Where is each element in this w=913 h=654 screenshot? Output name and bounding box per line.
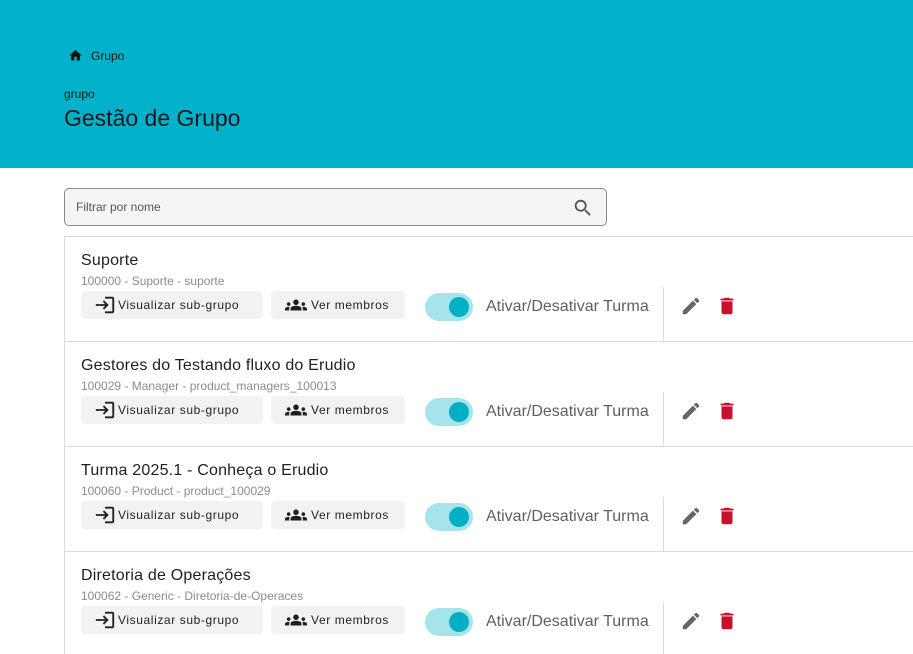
view-members-button[interactable]: Ver membros bbox=[271, 396, 405, 424]
toggle-label: Ativar/Desativar Turma bbox=[486, 508, 649, 525]
group-row: Diretoria de Operações 100062 - Generic … bbox=[65, 552, 913, 654]
group-row: Suporte 100000 - Suporte - suporte Visua… bbox=[65, 237, 913, 342]
login-icon bbox=[95, 611, 115, 629]
view-subgroup-button[interactable]: Visualizar sub-grupo bbox=[81, 396, 263, 424]
group-meta: 100062 - Generic - Diretoria-de-Operaces bbox=[81, 589, 304, 603]
view-subgroup-label: Visualizar sub-grupo bbox=[118, 298, 240, 312]
view-subgroup-button[interactable]: Visualizar sub-grupo bbox=[81, 606, 263, 634]
view-members-label: Ver membros bbox=[311, 403, 389, 417]
view-subgroup-button[interactable]: Visualizar sub-grupo bbox=[81, 291, 263, 319]
delete-icon[interactable] bbox=[716, 400, 738, 422]
login-icon bbox=[95, 401, 115, 419]
view-subgroup-button[interactable]: Visualizar sub-grupo bbox=[81, 501, 263, 529]
edit-icon[interactable] bbox=[680, 610, 702, 632]
edit-icon[interactable] bbox=[680, 295, 702, 317]
view-members-label: Ver membros bbox=[311, 508, 389, 522]
view-subgroup-label: Visualizar sub-grupo bbox=[118, 403, 240, 417]
delete-icon[interactable] bbox=[716, 505, 738, 527]
edit-icon[interactable] bbox=[680, 505, 702, 527]
home-icon[interactable] bbox=[68, 48, 83, 63]
toggle-label: Ativar/Desativar Turma bbox=[486, 298, 649, 315]
view-members-button[interactable]: Ver membros bbox=[271, 501, 405, 529]
view-members-label: Ver membros bbox=[311, 298, 389, 312]
group-icon bbox=[285, 509, 307, 521]
divider bbox=[663, 602, 664, 654]
login-icon bbox=[95, 506, 115, 524]
toggle-label: Ativar/Desativar Turma bbox=[486, 403, 649, 420]
group-icon bbox=[285, 299, 307, 311]
group-name: Gestores do Testando fluxo do Erudio bbox=[81, 357, 356, 374]
divider bbox=[663, 392, 664, 446]
divider bbox=[663, 287, 664, 341]
active-toggle[interactable] bbox=[425, 292, 473, 322]
toggle-thumb bbox=[449, 297, 469, 317]
page-subtitle: grupo bbox=[64, 87, 95, 101]
divider bbox=[663, 497, 664, 551]
group-list: Suporte 100000 - Suporte - suporte Visua… bbox=[64, 236, 913, 654]
group-icon bbox=[285, 404, 307, 416]
view-subgroup-label: Visualizar sub-grupo bbox=[118, 508, 240, 522]
view-members-label: Ver membros bbox=[311, 613, 389, 627]
page-title: Gestão de Grupo bbox=[64, 105, 241, 131]
search-input[interactable] bbox=[65, 189, 555, 225]
edit-icon[interactable] bbox=[680, 400, 702, 422]
group-name: Turma 2025.1 - Conheça o Erudio bbox=[81, 462, 329, 479]
view-members-button[interactable]: Ver membros bbox=[271, 606, 405, 634]
view-subgroup-label: Visualizar sub-grupo bbox=[118, 613, 240, 627]
toggle-thumb bbox=[449, 612, 469, 632]
breadcrumb-item-grupo[interactable]: Grupo bbox=[91, 49, 124, 63]
group-icon bbox=[285, 614, 307, 626]
group-row: Turma 2025.1 - Conheça o Erudio 100060 -… bbox=[65, 447, 913, 552]
group-name: Diretoria de Operações bbox=[81, 567, 251, 584]
view-members-button[interactable]: Ver membros bbox=[271, 291, 405, 319]
delete-icon[interactable] bbox=[716, 295, 738, 317]
search-icon[interactable] bbox=[572, 197, 594, 219]
active-toggle[interactable] bbox=[425, 502, 473, 532]
active-toggle[interactable] bbox=[425, 607, 473, 637]
group-meta: 100000 - Suporte - suporte bbox=[81, 274, 225, 288]
active-toggle[interactable] bbox=[425, 397, 473, 427]
toggle-thumb bbox=[449, 402, 469, 422]
group-meta: 100029 - Manager - product_managers_1000… bbox=[81, 379, 337, 393]
group-name: Suporte bbox=[81, 252, 139, 269]
login-icon bbox=[95, 296, 115, 314]
group-row: Gestores do Testando fluxo do Erudio 100… bbox=[65, 342, 913, 447]
search-field bbox=[64, 188, 607, 226]
group-meta: 100060 - Product - product_100029 bbox=[81, 484, 271, 498]
breadcrumb: Grupo bbox=[68, 48, 124, 63]
page-header: Grupo grupo Gestão de Grupo bbox=[0, 0, 913, 168]
toggle-label: Ativar/Desativar Turma bbox=[486, 613, 649, 630]
delete-icon[interactable] bbox=[716, 610, 738, 632]
toggle-thumb bbox=[449, 507, 469, 527]
